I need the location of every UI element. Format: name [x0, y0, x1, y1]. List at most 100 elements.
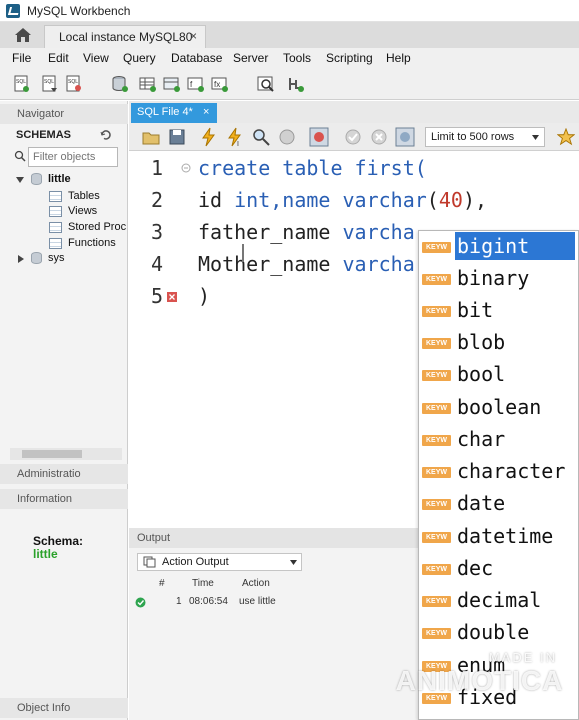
search-table-data-icon[interactable] — [256, 74, 276, 94]
filter-objects-input[interactable] — [28, 147, 118, 167]
limit-rows-select[interactable]: Limit to 500 rows — [425, 127, 545, 147]
toggle-result-icon[interactable] — [309, 127, 329, 147]
fold-marker-icon[interactable] — [181, 163, 191, 173]
column-header-action: Action — [242, 578, 270, 589]
menu-server[interactable]: Server — [233, 51, 268, 65]
autocomplete-item-label: boolean — [457, 395, 542, 419]
svg-text:SQL: SQL — [44, 79, 54, 85]
autocomplete-popup[interactable]: KEYW bigint KEYW binary KEYW bit KEYW blob K… — [418, 230, 579, 720]
autocomplete-item-decimal[interactable]: KEYW decimal — [419, 585, 578, 617]
autocomplete-item-dec[interactable]: KEYW dec — [419, 553, 578, 585]
execute-lightning-icon[interactable] — [199, 127, 219, 147]
autocomplete-item-label: bigint — [455, 232, 575, 260]
scrollbar-thumb[interactable] — [22, 450, 82, 458]
new-sql-tab-icon[interactable]: SQL — [12, 74, 32, 94]
menu-help[interactable]: Help — [386, 51, 411, 65]
information-header: Information — [0, 489, 128, 509]
folder-functions-icon — [49, 238, 62, 249]
create-function-icon[interactable]: fx — [210, 74, 230, 94]
rollback-icon[interactable] — [369, 127, 389, 147]
copy-icon — [143, 556, 156, 568]
close-icon[interactable]: × — [190, 29, 197, 43]
code-identifier: id — [198, 188, 235, 212]
svg-text:I: I — [237, 141, 239, 147]
autocomplete-item-label: blob — [457, 330, 506, 354]
search-icon — [14, 150, 26, 162]
menu-query[interactable]: Query — [123, 51, 156, 65]
output-row-num: 1 — [176, 596, 182, 607]
autocomplete-item-char[interactable]: KEYW char — [419, 424, 578, 456]
line-number: 1 — [150, 156, 163, 180]
code-keyword: varcha — [342, 220, 415, 244]
autocomplete-item-bit[interactable]: KEYW bit — [419, 295, 578, 327]
autocomplete-item-blob[interactable]: KEYW blob — [419, 327, 578, 359]
tree-item-tables[interactable]: Tables — [68, 190, 100, 202]
menu-database[interactable]: Database — [171, 51, 222, 65]
column-header-num: # — [159, 578, 165, 589]
code-identifier: father_name — [198, 220, 343, 244]
sql-properties-icon[interactable]: SQL — [64, 74, 84, 94]
create-view-icon[interactable] — [162, 74, 182, 94]
error-marker-icon — [167, 292, 177, 302]
create-procedure-icon[interactable]: f — [186, 74, 206, 94]
text-cursor — [242, 244, 244, 262]
autocomplete-item-label: datetime — [457, 524, 554, 548]
keyword-badge: KEYW — [422, 532, 451, 543]
home-icon[interactable] — [14, 27, 32, 43]
open-sql-script-icon[interactable]: SQL — [40, 74, 60, 94]
tree-item-views[interactable]: Views — [68, 205, 97, 217]
menu-view[interactable]: View — [83, 51, 109, 65]
star-icon[interactable] — [557, 128, 575, 146]
horizontal-scrollbar[interactable] — [10, 448, 122, 460]
tree-item-functions[interactable]: Functions — [68, 237, 116, 249]
chevron-right-icon[interactable] — [16, 254, 26, 264]
menu-scripting[interactable]: Scripting — [326, 51, 373, 65]
output-row-time: 08:06:54 — [189, 596, 228, 607]
autocomplete-item-bigint[interactable]: KEYW bigint — [419, 231, 578, 263]
code-punct: ( — [426, 188, 439, 212]
autocomplete-item-binary[interactable]: KEYW binary — [419, 263, 578, 295]
autocomplete-item-character[interactable]: KEYW character — [419, 456, 578, 488]
folder-procedures-icon — [49, 222, 62, 233]
commit-icon[interactable] — [343, 127, 363, 147]
line-number: 5 — [150, 284, 163, 308]
tab-sql-file-4[interactable]: SQL File 4* × — [131, 103, 217, 123]
autocomplete-item-date[interactable]: KEYW date — [419, 488, 578, 520]
administration-tab[interactable]: Administratio — [0, 464, 128, 484]
autocommit-icon[interactable] — [395, 127, 415, 147]
stop-icon[interactable] — [277, 127, 297, 147]
tree-item-stored-procedures[interactable]: Stored Proc — [68, 221, 126, 233]
execute-current-statement-icon[interactable]: I — [225, 127, 245, 147]
menu-tools[interactable]: Tools — [283, 51, 311, 65]
create-schema-icon[interactable] — [110, 74, 130, 94]
chevron-down-icon[interactable] — [15, 175, 25, 185]
reconnect-icon[interactable] — [286, 74, 306, 94]
autocomplete-item-bool[interactable]: KEYW bool — [419, 359, 578, 391]
code-line-1: create table first( — [198, 156, 427, 180]
refresh-icon[interactable] — [100, 129, 112, 141]
autocomplete-item-label: dec — [457, 556, 494, 580]
autocomplete-item-label: bit — [457, 298, 494, 322]
code-line-5: ) — [198, 284, 210, 308]
autocomplete-item-datetime[interactable]: KEYW datetime — [419, 521, 578, 553]
database-icon — [31, 173, 42, 185]
action-output-select[interactable]: Action Output — [137, 553, 302, 571]
create-table-icon[interactable] — [138, 74, 158, 94]
close-icon[interactable]: × — [203, 106, 209, 118]
information-header-label: Information — [17, 493, 73, 505]
tab-local-instance[interactable]: Local instance MySQL80 × — [44, 25, 206, 48]
autocomplete-item-boolean[interactable]: KEYW boolean — [419, 392, 578, 424]
tree-schema-sys[interactable]: sys — [48, 252, 65, 264]
save-icon[interactable] — [167, 127, 187, 147]
explain-magnifier-icon[interactable] — [251, 127, 271, 147]
autocomplete-item-label: date — [457, 491, 506, 515]
open-folder-icon[interactable] — [141, 127, 161, 147]
menu-file[interactable]: File — [12, 51, 31, 65]
menu-edit[interactable]: Edit — [48, 51, 69, 65]
tree-schema-little[interactable]: little — [48, 173, 71, 185]
administration-tab-label: Administratio — [17, 468, 81, 480]
keyword-badge: KEYW — [422, 499, 451, 510]
folder-tables-icon — [49, 191, 62, 202]
autocomplete-item-double[interactable]: KEYW double — [419, 617, 578, 649]
object-info-tab[interactable]: Object Info — [0, 698, 128, 718]
